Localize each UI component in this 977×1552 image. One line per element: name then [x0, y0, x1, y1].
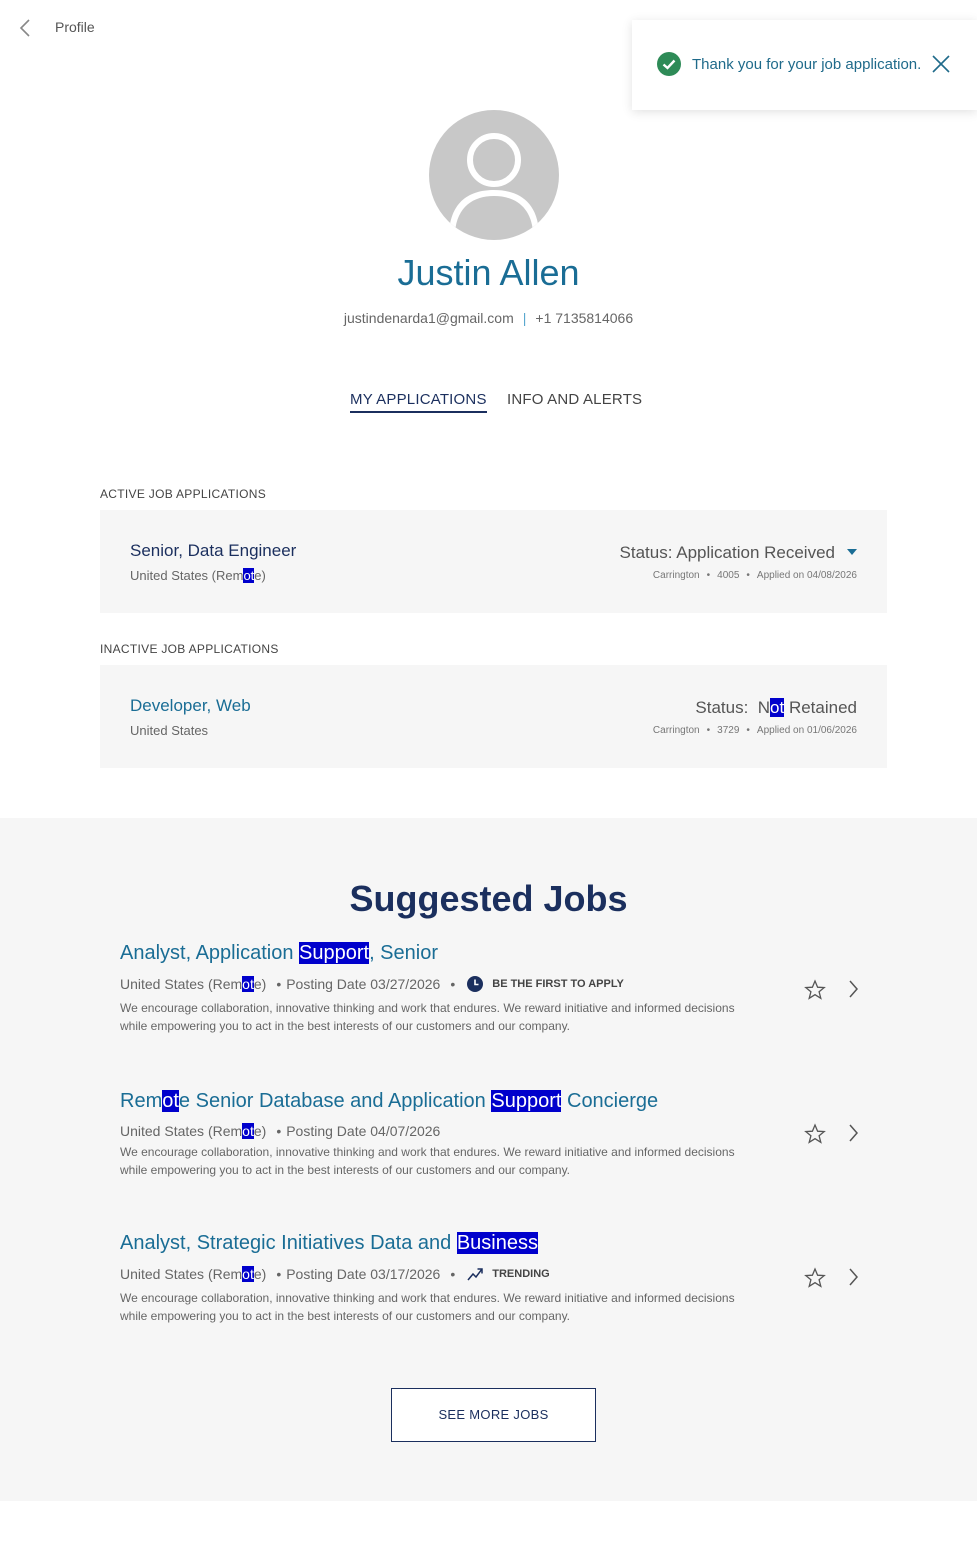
- posting-date: Posting Date 03/17/2026: [286, 1266, 441, 1282]
- star-icon[interactable]: [804, 1267, 826, 1289]
- inactive-applications-label: INACTIVE JOB APPLICATIONS: [100, 642, 279, 656]
- avatar: [429, 110, 559, 240]
- status-text: Status: N: [695, 698, 771, 717]
- search-highlight: ot: [243, 568, 255, 583]
- search-highlight: ot: [770, 698, 785, 717]
- tab-my-applications[interactable]: MY APPLICATIONS: [350, 391, 487, 413]
- active-application-card: Senior, Data Engineer United States (Rem…: [100, 510, 887, 613]
- job-description: We encourage collaboration, innovative t…: [120, 1291, 735, 1323]
- job-location-end: e): [253, 976, 267, 992]
- job-card: Analyst, Strategic Initiatives Data and …: [120, 1232, 880, 1325]
- check-circle-icon: [657, 52, 681, 76]
- job-title-text: Rem: [120, 1090, 163, 1112]
- posting-date: Posting Date 04/07/2026: [286, 1123, 441, 1139]
- job-location: United States (Rem: [120, 1123, 243, 1139]
- job-meta: United States (Rem ot e) • Posting Date 03/…: [120, 1266, 550, 1282]
- inactive-application-card: Developer, Web United States Status: Not…: [100, 665, 887, 768]
- status-text: Status: Application Received: [619, 543, 835, 562]
- job-location-end: e): [253, 1123, 267, 1139]
- profile-phone[interactable]: +1 7135814066: [535, 310, 633, 326]
- job-card: Remote Senior Database and Application S…: [120, 1090, 880, 1179]
- applied-date: Applied on 04/08/2026: [756, 570, 857, 581]
- application-location: United States: [130, 723, 209, 738]
- application-meta: Carrington • 4005 • Applied on 04/08/2026: [652, 570, 857, 581]
- location-text-end: e): [254, 568, 266, 583]
- posting-date: Posting Date 03/27/2026: [286, 976, 441, 992]
- contact-line: justindenarda1@gmail.com | +1 7135814066: [0, 310, 977, 326]
- job-title-text: e Senior Database and Application: [178, 1090, 492, 1112]
- job-title-link[interactable]: Analyst, Application Support, Senior: [120, 942, 880, 965]
- job-title-text: Concierge: [561, 1090, 659, 1112]
- job-title-link[interactable]: Analyst, Strategic Initiatives Data and …: [120, 1232, 880, 1255]
- location-text: United States (Rem: [130, 568, 244, 583]
- status-text-end: Retained: [784, 698, 857, 717]
- job-card: Analyst, Application Support, Senior Uni…: [120, 942, 880, 1035]
- job-title-link[interactable]: Remote Senior Database and Application S…: [120, 1090, 880, 1113]
- applied-date: Applied on 01/06/2026: [756, 725, 857, 736]
- application-meta: Carrington • 3729 • Applied on 01/06/2026: [652, 725, 857, 736]
- chevron-right-icon[interactable]: [846, 1266, 860, 1288]
- back-chevron-icon[interactable]: [16, 16, 36, 40]
- suggested-jobs-section: Suggested Jobs Analyst, Application Supp…: [0, 818, 977, 1501]
- job-meta: United States (Rem ot e) • Posting Date 03/…: [120, 976, 624, 992]
- chevron-right-icon[interactable]: [846, 978, 860, 1000]
- job-location: United States (Rem: [120, 976, 243, 992]
- application-title-link[interactable]: Developer, Web: [130, 696, 251, 716]
- trending-icon: [467, 1268, 483, 1281]
- job-title-text: Analyst, Application: [120, 942, 299, 964]
- search-highlight: ot: [242, 1123, 254, 1139]
- job-description: We encourage collaboration, innovative t…: [120, 1001, 735, 1033]
- user-silhouette-icon: [449, 133, 539, 232]
- job-title-text: , Senior: [369, 942, 438, 964]
- application-status: Status: Not Retained: [695, 698, 857, 718]
- job-badge: TRENDING: [492, 1268, 550, 1280]
- toast-message: Thank you for your job application.: [692, 56, 922, 73]
- profile-name: Justin Allen: [397, 252, 580, 293]
- application-location: United States (Remote): [130, 568, 266, 583]
- company-name: Carrington: [652, 725, 700, 736]
- search-highlight: ot: [242, 976, 254, 992]
- job-description: We encourage collaboration, innovative t…: [120, 1145, 735, 1177]
- application-title: Senior, Data Engineer: [130, 541, 297, 560]
- job-location-end: e): [253, 1266, 267, 1282]
- chevron-right-icon[interactable]: [846, 1122, 860, 1144]
- profile-email[interactable]: justindenarda1@gmail.com: [344, 310, 514, 326]
- close-icon[interactable]: [929, 52, 953, 76]
- job-location: United States (Rem: [120, 1266, 243, 1282]
- company-name: Carrington: [652, 570, 700, 581]
- clock-icon: [467, 976, 484, 992]
- success-toast: Thank you for your job application.: [632, 20, 977, 110]
- job-meta: United States (Rem ot e) • Posting Date 04/…: [120, 1123, 441, 1139]
- profile-tabs: MY APPLICATIONS INFO AND ALERTS: [0, 391, 977, 421]
- requisition-id: 4005: [717, 570, 740, 581]
- contact-separator: |: [522, 310, 527, 326]
- tab-info-and-alerts[interactable]: INFO AND ALERTS: [507, 391, 642, 408]
- page-title: Profile: [55, 19, 95, 35]
- requisition-id: 3729: [717, 725, 740, 736]
- job-badge: BE THE FIRST TO APPLY: [492, 978, 624, 990]
- job-title-text: Analyst, Strategic Initiatives Data and: [120, 1232, 457, 1254]
- search-highlight: Support: [491, 1090, 562, 1112]
- search-highlight: ot: [242, 1266, 254, 1282]
- star-icon[interactable]: [804, 1123, 826, 1145]
- see-more-jobs-button[interactable]: SEE MORE JOBS: [391, 1388, 596, 1442]
- search-highlight: Business: [456, 1232, 538, 1254]
- active-applications-label: ACTIVE JOB APPLICATIONS: [100, 487, 267, 501]
- suggested-jobs-heading: Suggested Jobs: [349, 878, 628, 919]
- search-highlight: ot: [162, 1090, 179, 1112]
- dropdown-caret-icon[interactable]: [847, 548, 857, 555]
- star-icon[interactable]: [804, 979, 826, 1001]
- search-highlight: Support: [299, 942, 370, 964]
- application-status[interactable]: Status: Application Received: [620, 543, 857, 563]
